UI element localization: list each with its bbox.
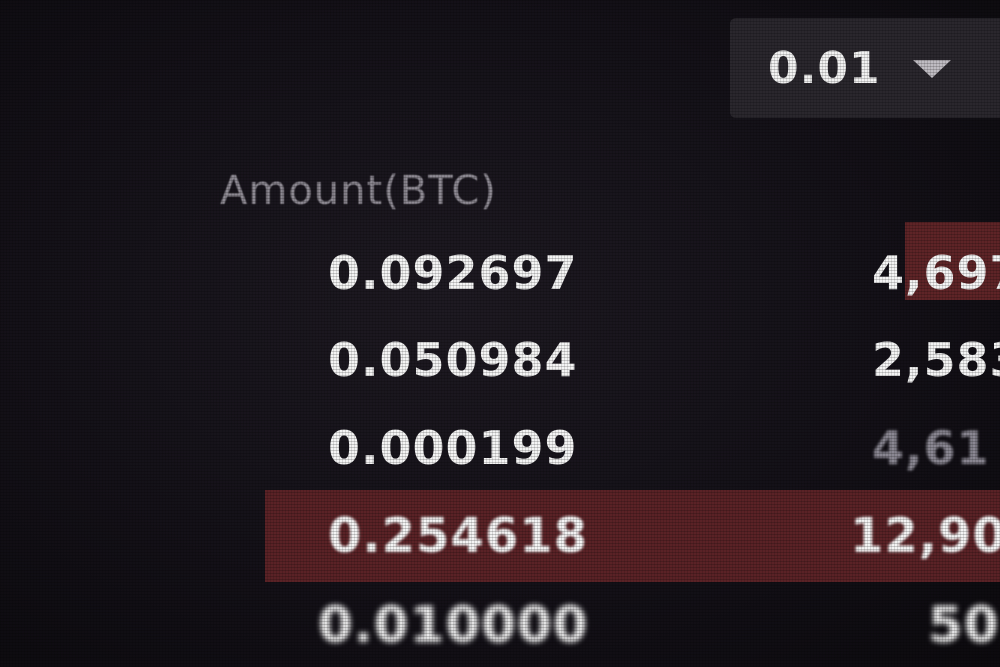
amount-column-header: Amount(BTC)	[220, 168, 497, 214]
order-row-highlighted[interactable]: 0.254618 12,90	[0, 502, 1000, 582]
order-row[interactable]: 0.092697 4,697	[0, 240, 1000, 320]
order-row[interactable]: 0.000199 4,61	[0, 415, 1000, 495]
order-total: 50	[928, 596, 1000, 654]
order-amount: 0.254618	[328, 508, 589, 564]
order-total: 4,697	[872, 246, 1000, 300]
order-amount: 0.000199	[328, 421, 578, 475]
precision-dropdown[interactable]: 0.01	[730, 18, 1000, 118]
order-row[interactable]: 0.010000 50	[0, 590, 1000, 667]
order-amount: 0.010000	[318, 596, 589, 654]
precision-value: 0.01	[768, 42, 881, 94]
order-total: 4,61	[872, 421, 990, 475]
triangle-down-icon[interactable]	[913, 60, 951, 78]
order-book-screen: 0.01 Amount(BTC) 0.092697 4,697 0.050984…	[0, 0, 1000, 667]
order-total: 2,583	[872, 333, 1000, 387]
order-row[interactable]: 0.050984 2,583	[0, 327, 1000, 407]
order-amount: 0.050984	[328, 333, 578, 387]
order-total: 12,90	[850, 508, 1000, 564]
order-amount: 0.092697	[328, 246, 578, 300]
